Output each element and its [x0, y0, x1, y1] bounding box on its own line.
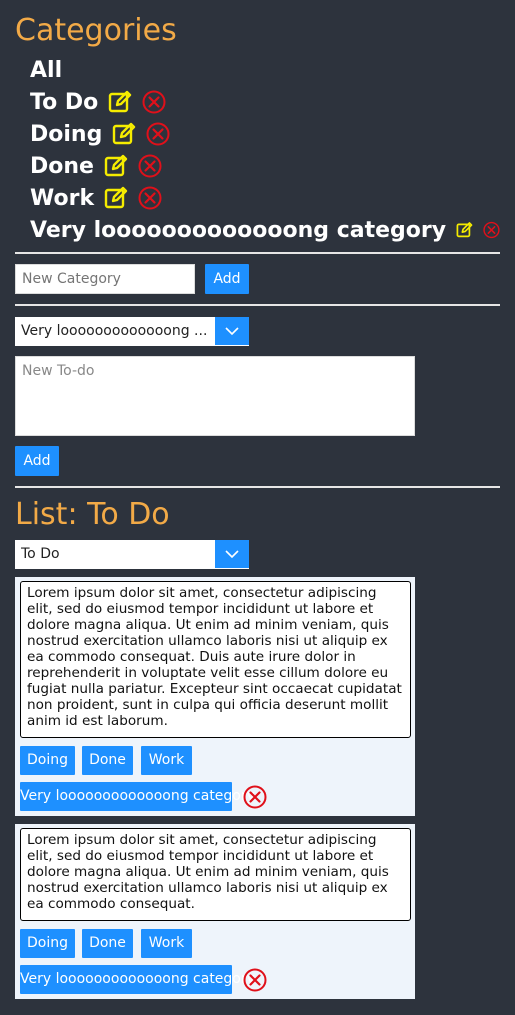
chevron-down-icon[interactable] [215, 317, 249, 345]
new-todo-placeholder: New To-do [22, 363, 95, 379]
divider [15, 304, 500, 306]
move-to-work-button[interactable]: Work [141, 929, 192, 958]
edit-icon[interactable] [104, 186, 128, 210]
category-label[interactable]: Done [30, 154, 94, 179]
delete-icon[interactable] [138, 186, 162, 210]
category-label[interactable]: Very looooooooooooong category [30, 218, 446, 243]
category-item-very-long: Very looooooooooooong category [30, 214, 500, 246]
category-item-done: Done [30, 150, 500, 182]
delete-icon[interactable] [243, 968, 267, 992]
delete-icon[interactable] [146, 122, 170, 146]
category-label[interactable]: All [30, 58, 62, 83]
category-item-to-do: To Do [30, 86, 500, 118]
edit-icon[interactable] [108, 90, 132, 114]
new-todo-textarea[interactable]: New To-do [15, 356, 415, 436]
delete-icon[interactable] [483, 218, 500, 242]
delete-icon[interactable] [142, 90, 166, 114]
move-to-doing-button[interactable]: Doing [20, 929, 75, 958]
category-item-work: Work [30, 182, 500, 214]
move-to-very-long-button[interactable]: Very looooooooooooong category [20, 782, 255, 811]
list-heading: List: To Do [15, 497, 170, 532]
edit-icon[interactable] [104, 154, 128, 178]
list-filter-select[interactable]: To Do [15, 540, 249, 569]
move-to-very-long-button[interactable]: Very looooooooooooong category [20, 965, 255, 994]
divider [15, 252, 500, 254]
divider [15, 486, 500, 488]
edit-icon[interactable] [112, 122, 136, 146]
move-to-doing-button[interactable]: Doing [20, 746, 75, 775]
category-label[interactable]: To Do [30, 90, 98, 115]
add-category-button[interactable]: Add [205, 264, 249, 294]
list-filter-value: To Do [21, 546, 60, 562]
add-todo-button[interactable]: Add [15, 446, 59, 476]
todo-card: Lorem ipsum dolor sit amet, consectetur … [15, 824, 415, 999]
categories-heading: Categories [15, 13, 177, 48]
todo-text[interactable]: Lorem ipsum dolor sit amet, consectetur … [20, 828, 411, 921]
move-to-done-button[interactable]: Done [82, 929, 133, 958]
category-item-all[interactable]: All [30, 54, 500, 86]
delete-icon[interactable] [243, 785, 267, 809]
new-category-input[interactable] [15, 264, 195, 294]
category-label[interactable]: Doing [30, 122, 102, 147]
todo-text[interactable]: Lorem ipsum dolor sit amet, consectetur … [20, 581, 411, 738]
edit-icon[interactable] [456, 218, 473, 242]
todo-category-select[interactable]: Very looooooooooooong ... [15, 317, 249, 346]
todo-category-select-value: Very looooooooooooong ... [21, 323, 208, 339]
category-label[interactable]: Work [30, 186, 94, 211]
category-list: All To Do Doing Done Work Very loooooooo… [30, 54, 500, 246]
move-to-work-button[interactable]: Work [141, 746, 192, 775]
chevron-down-icon[interactable] [215, 540, 249, 568]
todo-card: Lorem ipsum dolor sit amet, consectetur … [15, 577, 415, 816]
delete-icon[interactable] [138, 154, 162, 178]
category-item-doing: Doing [30, 118, 500, 150]
move-to-done-button[interactable]: Done [82, 746, 133, 775]
